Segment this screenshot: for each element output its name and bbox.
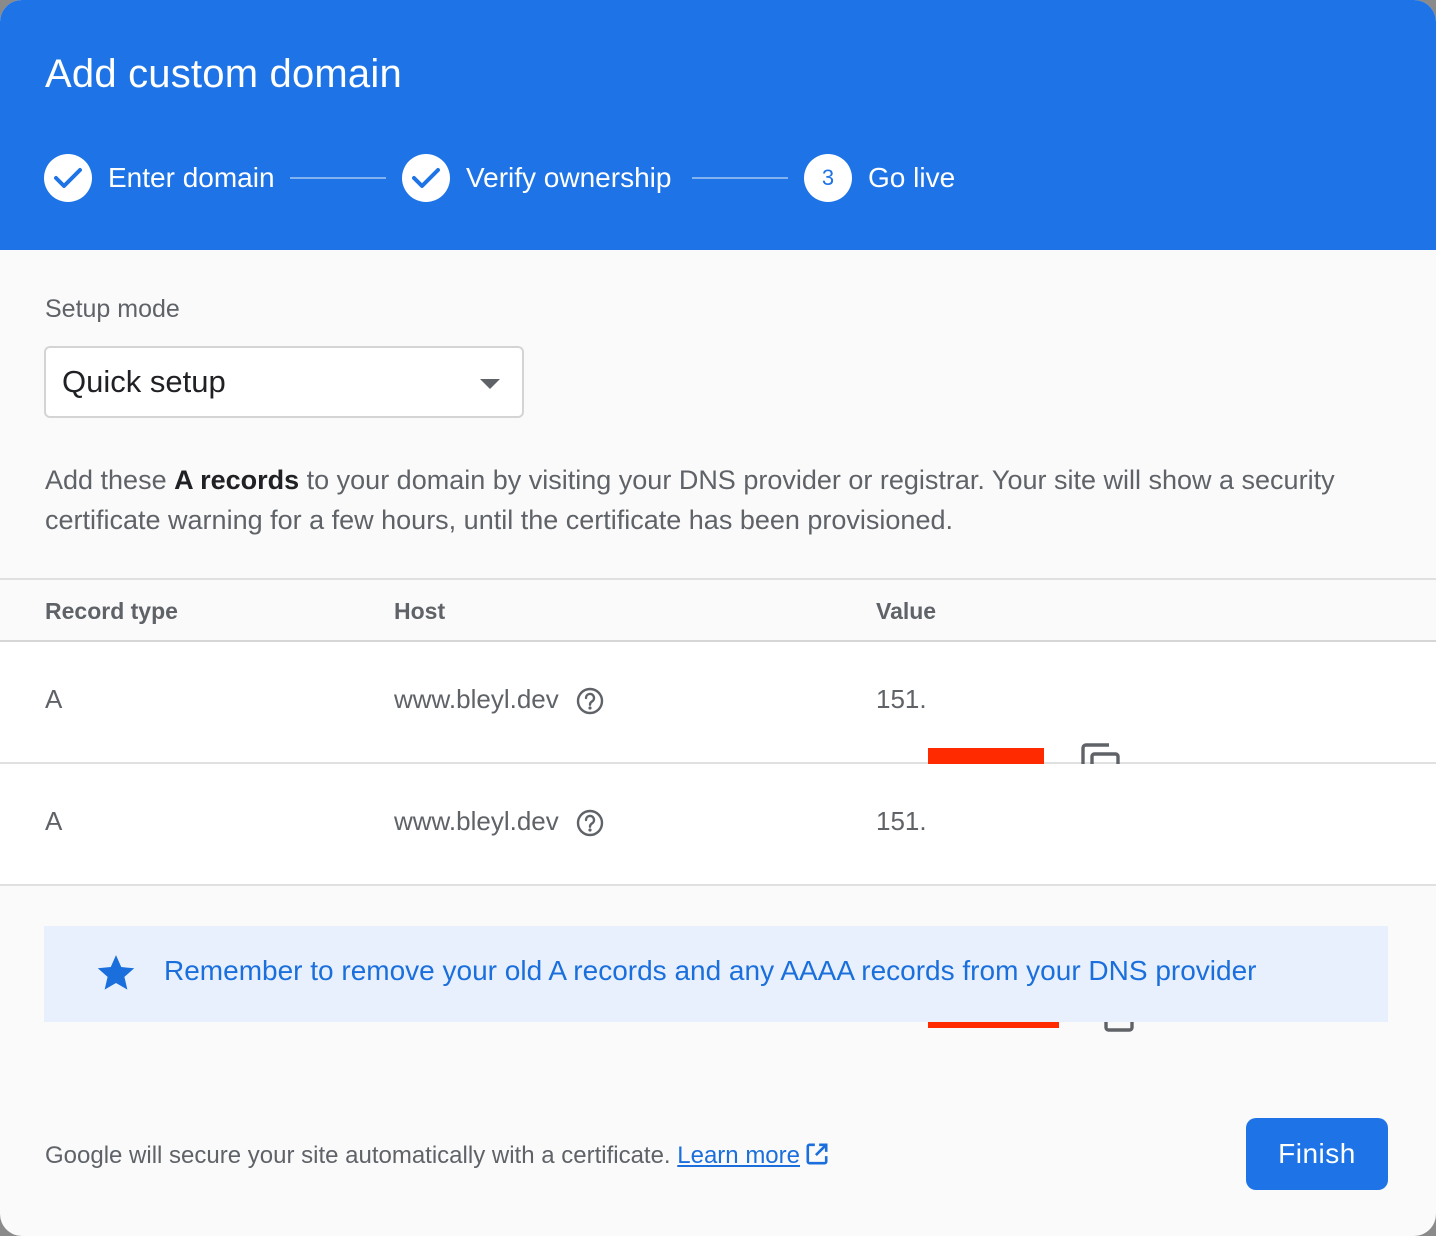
footer-text: Google will secure your site automatical… bbox=[45, 1141, 830, 1170]
dialog-header: Add custom domain Enter domain Verify ow… bbox=[0, 0, 1436, 250]
help-icon[interactable] bbox=[575, 808, 605, 838]
record-host: www.bleyl.dev bbox=[394, 684, 559, 714]
external-link-icon[interactable] bbox=[804, 1141, 830, 1167]
setup-mode-value: Quick setup bbox=[62, 364, 226, 399]
header-host: Host bbox=[394, 598, 446, 624]
step-verify-ownership: Verify ownership bbox=[402, 154, 671, 202]
setup-mode-label: Setup mode bbox=[45, 295, 180, 323]
notice-text: Remember to remove your old A records an… bbox=[164, 955, 1257, 986]
record-value: 151. bbox=[876, 806, 927, 836]
learn-more-link[interactable]: Learn more bbox=[677, 1142, 800, 1169]
record-value: 151. bbox=[876, 684, 927, 714]
record-type: A bbox=[45, 806, 63, 836]
step-enter-domain: Enter domain bbox=[44, 154, 275, 202]
table-row: A www.bleyl.dev 151. bbox=[0, 764, 1436, 1032]
dns-records-table: Record type Host Value A www.bleyl.dev 1… bbox=[0, 578, 1436, 1032]
dialog-title: Add custom domain bbox=[45, 52, 402, 96]
finish-button[interactable]: Finish bbox=[1246, 1118, 1388, 1190]
step-go-live: 3 Go live bbox=[804, 154, 955, 202]
check-icon bbox=[402, 154, 450, 202]
help-icon[interactable] bbox=[575, 686, 605, 716]
table-row: A www.bleyl.dev 151. bbox=[0, 642, 1436, 788]
a-records-emphasis: A records bbox=[174, 465, 300, 495]
header-record-type: Record type bbox=[45, 598, 178, 624]
step-connector bbox=[692, 177, 788, 179]
caret-down-icon bbox=[480, 379, 500, 389]
step-label: Go live bbox=[868, 162, 956, 193]
header-value: Value bbox=[876, 598, 937, 624]
check-icon bbox=[44, 154, 92, 202]
step-label: Verify ownership bbox=[466, 162, 672, 193]
star-icon bbox=[97, 955, 135, 990]
add-custom-domain-dialog: Add custom domain Enter domain Verify ow… bbox=[0, 0, 1436, 1236]
step-connector bbox=[290, 177, 386, 179]
instructions-text: Add these A records to your domain by vi… bbox=[45, 465, 1335, 535]
table-header: Record type Host Value bbox=[0, 578, 1436, 642]
record-type: A bbox=[45, 684, 63, 714]
step-number: 3 bbox=[804, 154, 852, 202]
setup-mode-select[interactable]: Quick setup bbox=[44, 346, 524, 418]
record-host: www.bleyl.dev bbox=[394, 806, 559, 836]
step-label: Enter domain bbox=[108, 162, 275, 193]
